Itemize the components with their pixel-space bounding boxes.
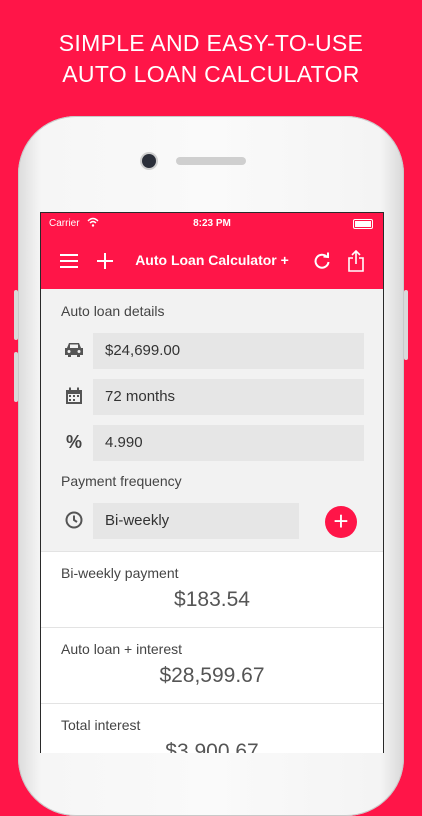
result-label: Bi-weekly payment [61, 565, 179, 581]
phone-side-button [14, 352, 18, 402]
result-value: $3,900.67 [165, 740, 259, 753]
car-icon [63, 339, 85, 361]
result-label: Auto loan + interest [61, 641, 183, 657]
frequency-row: Bi-weekly + [41, 497, 383, 549]
status-bar: Carrier 8:23 PM [41, 213, 383, 235]
term-row: 72 months [41, 373, 383, 419]
battery-icon [353, 219, 373, 229]
headline: SIMPLE AND EASY-TO-USE AUTO LOAN CALCULA… [0, 28, 422, 90]
status-time: 8:23 PM [193, 218, 231, 229]
price-row: $24,699.00 [41, 327, 383, 373]
result-value: $28,599.67 [159, 664, 265, 687]
refresh-icon[interactable] [309, 248, 335, 274]
phone-power-button [404, 290, 408, 360]
result-value: $183.54 [174, 588, 250, 611]
vehicle-price-input[interactable]: $24,699.00 [93, 333, 364, 369]
result-row: Total interest $3,900.67 [41, 703, 383, 753]
calendar-icon [63, 385, 85, 407]
rate-row: % 4.990 [41, 419, 383, 465]
loan-details-card: Auto loan details $24,699.00 72 months %… [41, 289, 383, 551]
headline-line-2: AUTO LOAN CALCULATOR [62, 61, 360, 87]
share-icon[interactable] [343, 248, 369, 274]
navigation-bar: Auto Loan Calculator + [41, 235, 383, 289]
headline-line-1: SIMPLE AND EASY-TO-USE [58, 30, 364, 56]
payment-frequency-label: Payment frequency [61, 473, 182, 489]
clock-icon [63, 509, 85, 531]
app-screen: Carrier 8:23 PM Auto Loan Calculator + A… [40, 212, 384, 753]
result-row: Auto loan + interest $28,599.67 [41, 627, 383, 703]
add-frequency-button[interactable]: + [325, 506, 357, 538]
phone-side-button [14, 290, 18, 340]
payment-frequency-select[interactable]: Bi-weekly [93, 503, 299, 539]
interest-rate-input[interactable]: 4.990 [93, 425, 364, 461]
result-label: Total interest [61, 717, 141, 733]
percent-icon: % [65, 431, 82, 452]
loan-details-label: Auto loan details [61, 303, 165, 319]
loan-term-input[interactable]: 72 months [93, 379, 364, 415]
front-camera [142, 154, 156, 168]
result-row: Bi-weekly payment $183.54 [41, 551, 383, 627]
earpiece-speaker [176, 157, 246, 165]
